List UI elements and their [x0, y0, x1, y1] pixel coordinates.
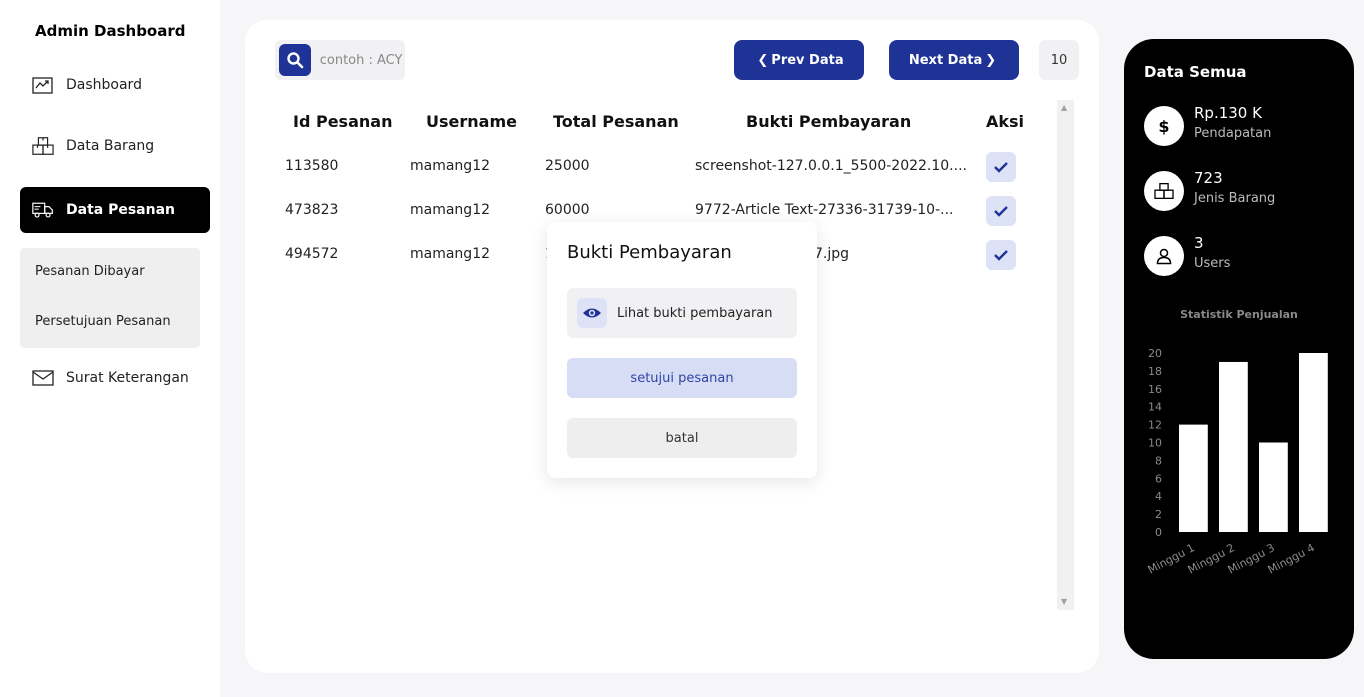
y-tick-label: 10 — [1148, 437, 1162, 450]
chart-bar — [1219, 361, 1248, 532]
column-header-username: Username — [426, 112, 517, 131]
next-data-label: Next Data — [908, 52, 983, 68]
column-header-bukti: Bukti Pembayaran — [746, 112, 912, 131]
search-box[interactable]: contoh : ACY — [275, 40, 405, 80]
stat-label: Users — [1194, 256, 1231, 271]
cell-id: 113580 — [285, 158, 339, 174]
sidebar-item-data-pesanan[interactable]: Data Pesanan — [20, 187, 210, 233]
submenu-data-pesanan: Pesanan Dibayar Persetujuan Pesanan — [20, 248, 200, 348]
cell-username: mamang12 — [410, 158, 491, 174]
cell-bukti: 9772-Article Text-27336-31739-10-... — [695, 202, 954, 218]
check-icon — [994, 206, 1008, 217]
check-icon — [994, 250, 1008, 261]
cell-total: 60000 — [545, 202, 590, 218]
chevron-right-icon: ❯ — [985, 52, 997, 68]
approve-check-button[interactable] — [986, 152, 1016, 182]
scroll-up-icon[interactable]: ▲ — [1061, 103, 1067, 112]
approve-check-button[interactable] — [986, 196, 1016, 226]
view-proof-label: Lihat bukti pembayaran — [617, 305, 773, 321]
cell-total: 25000 — [545, 158, 590, 174]
brand-title: Admin Dashboard — [35, 22, 186, 40]
sidebar-item-label: Data Barang — [66, 138, 155, 154]
cell-id: 473823 — [285, 202, 339, 218]
sidebar-item-label: Surat Keterangan — [66, 370, 189, 386]
column-header-total: Total Pesanan — [553, 112, 679, 131]
table-scrollbar[interactable]: ▲ ▼ — [1057, 100, 1074, 610]
stat-jenis-barang: 723 Jenis Barang — [1144, 169, 1275, 211]
y-tick-label: 18 — [1148, 365, 1162, 378]
cell-bukti: screenshot-127.0.0.1_5500-2022.10.... — [695, 158, 967, 174]
cell-id: 494572 — [285, 246, 339, 262]
stat-pendapatan: $ Rp.130 K Pendapatan — [1144, 104, 1271, 146]
stat-users: 3 Users — [1144, 234, 1230, 276]
y-tick-label: 16 — [1148, 383, 1162, 396]
prev-data-label: Prev Data — [771, 52, 844, 68]
sidebar-item-label: Data Pesanan — [66, 202, 175, 218]
y-tick-label: 6 — [1155, 472, 1162, 485]
boxes-icon — [32, 135, 54, 157]
cell-bukti: 7.jpg — [814, 246, 850, 262]
eye-icon — [577, 298, 607, 328]
column-header-aksi: Aksi — [986, 112, 1025, 131]
next-data-button[interactable]: Next Data ❯ — [889, 40, 1019, 80]
y-tick-label: 20 — [1148, 347, 1162, 360]
truck-icon — [32, 199, 54, 221]
stat-value: Rp.130 K — [1194, 104, 1262, 122]
cell-username: mamang12 — [410, 202, 491, 218]
scroll-down-icon[interactable]: ▼ — [1061, 597, 1067, 606]
stat-label: Pendapatan — [1194, 126, 1272, 141]
user-icon — [1144, 236, 1184, 276]
sidebar-item-dashboard[interactable]: Dashboard — [20, 62, 210, 108]
bukti-pembayaran-popup: Bukti Pembayaran Lihat bukti pembayaran … — [547, 222, 817, 478]
column-header-id: Id Pesanan — [293, 112, 393, 131]
y-tick-label: 4 — [1155, 490, 1162, 503]
chart-bar — [1299, 353, 1328, 532]
y-tick-label: 8 — [1155, 454, 1162, 467]
sidebar-item-data-barang[interactable]: Data Barang — [20, 123, 210, 169]
stats-title: Data Semua — [1144, 63, 1247, 81]
stat-value: 3 — [1194, 234, 1204, 252]
dollar-icon: $ — [1144, 106, 1184, 146]
cancel-button[interactable]: batal — [567, 418, 797, 458]
y-tick-label: 12 — [1148, 419, 1162, 432]
approve-order-button[interactable]: setujui pesanan — [567, 358, 797, 398]
submenu-item-pesanan-dibayar[interactable]: Pesanan Dibayar — [35, 264, 145, 279]
chart-title: Statistik Penjualan — [1180, 308, 1298, 321]
sidebar-item-label: Dashboard — [66, 77, 142, 93]
chevron-left-icon: ❮ — [757, 52, 769, 68]
sidebar-item-surat-keterangan[interactable]: Surat Keterangan — [20, 355, 210, 401]
view-proof-button[interactable]: Lihat bukti pembayaran — [567, 288, 797, 338]
boxes-icon — [1144, 171, 1184, 211]
y-tick-label: 0 — [1155, 526, 1162, 539]
submenu-item-persetujuan-pesanan[interactable]: Persetujuan Pesanan — [35, 314, 171, 329]
y-tick-label: 2 — [1155, 508, 1162, 521]
popup-title: Bukti Pembayaran — [567, 242, 732, 263]
search-icon[interactable] — [279, 44, 311, 76]
envelope-icon — [32, 367, 54, 389]
chart-line-icon — [32, 74, 54, 96]
y-tick-label: 14 — [1148, 401, 1162, 414]
stat-value: 723 — [1194, 169, 1223, 187]
cell-username: mamang12 — [410, 246, 491, 262]
chart-bar — [1179, 424, 1208, 532]
prev-data-button[interactable]: ❮ Prev Data — [734, 40, 864, 80]
check-icon — [994, 162, 1008, 173]
stat-label: Jenis Barang — [1194, 191, 1276, 206]
sales-bar-chart: 02468101214161820Minggu 1Minggu 2Minggu … — [1146, 347, 1328, 577]
sidebar: Admin Dashboard Dashboard Data Barang Da… — [0, 0, 220, 697]
chart-bar — [1259, 442, 1288, 532]
per-page-value[interactable]: 10 — [1039, 40, 1079, 80]
search-input[interactable]: contoh : ACY — [320, 53, 405, 68]
approve-check-button[interactable] — [986, 240, 1016, 270]
